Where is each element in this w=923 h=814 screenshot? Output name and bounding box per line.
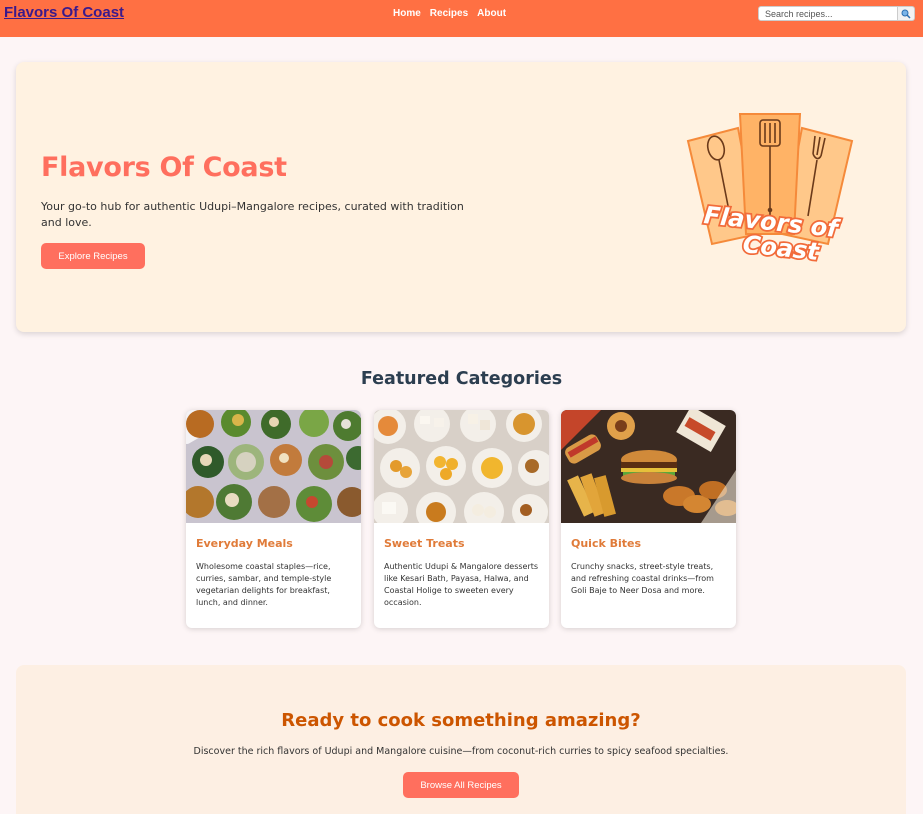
- cta-description: Discover the rich flavors of Udupi and M…: [193, 746, 729, 757]
- category-card-everyday-meals[interactable]: Everyday Meals Wholesome coastal staples…: [186, 410, 361, 628]
- hero-section: Flavors Of Coast Your go-to hub for auth…: [16, 62, 906, 332]
- brand-link[interactable]: Flavors Of Coast: [4, 4, 124, 21]
- category-card-quick-bites[interactable]: Quick Bites Crunchy snacks, street-style…: [561, 410, 736, 628]
- browse-all-recipes-button[interactable]: Browse All Recipes: [403, 772, 519, 798]
- search-form: [758, 6, 916, 22]
- explore-recipes-button[interactable]: Explore Recipes: [41, 243, 145, 269]
- card-title: Everyday Meals: [196, 537, 293, 550]
- quick-bites-image: [561, 410, 736, 523]
- sweet-treats-image: [374, 410, 549, 523]
- top-navbar: Flavors Of Coast Home Recipes About: [0, 0, 923, 37]
- nav-links: Home Recipes About: [393, 8, 506, 19]
- card-description: Crunchy snacks, street-style treats, and…: [571, 562, 714, 595]
- card-title: Sweet Treats: [384, 537, 465, 550]
- category-card-sweet-treats[interactable]: Sweet Treats Authentic Udupi & Mangalore…: [374, 410, 549, 628]
- nav-link-about[interactable]: About: [477, 8, 506, 19]
- cta-section: Ready to cook something amazing? Discove…: [16, 665, 906, 814]
- hero-description: Your go-to hub for authentic Udupi–Manga…: [41, 200, 464, 229]
- card-title: Quick Bites: [571, 537, 642, 550]
- search-input[interactable]: [758, 6, 898, 21]
- everyday-meals-image: [186, 410, 361, 523]
- nav-link-recipes[interactable]: Recipes: [430, 8, 468, 19]
- magnifier-icon: [901, 9, 911, 19]
- card-description: Wholesome coastal staples—rice, curries,…: [196, 562, 332, 607]
- flavors-of-coast-logo: Flavors of Coast: [686, 113, 854, 268]
- search-button[interactable]: [898, 6, 915, 21]
- featured-title: Featured Categories: [360, 369, 563, 389]
- cta-title: Ready to cook something amazing?: [281, 710, 641, 731]
- card-description: Authentic Udupi & Mangalore desserts lik…: [384, 562, 539, 607]
- nav-link-home[interactable]: Home: [393, 8, 421, 19]
- hero-title: Flavors Of Coast: [41, 152, 287, 183]
